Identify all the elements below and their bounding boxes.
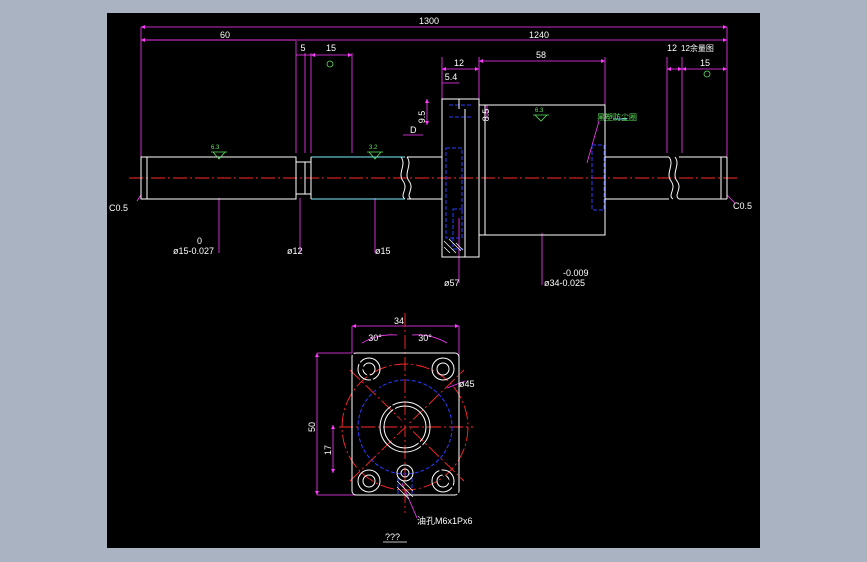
dia-15: ø15 xyxy=(375,246,391,256)
dia-34-tol: -0.009 xyxy=(563,268,589,278)
hidden-lines xyxy=(357,104,605,495)
ballscrew-drawing: 1300 1240 60 5 15 12 5.4 58 12 15 9.5 8.… xyxy=(109,16,752,543)
dim-span: 1240 xyxy=(529,30,549,40)
dia-57: ø57 xyxy=(444,278,460,288)
dim-step-a: 5 xyxy=(300,43,305,53)
note-right: 12余量图 xyxy=(681,43,714,53)
dim-step-b: 15 xyxy=(326,43,336,53)
view-pcd: ø45 xyxy=(459,379,475,389)
cyan-marks xyxy=(311,118,627,200)
dim-right-a: 12 xyxy=(667,43,677,53)
dim-d-mark: D xyxy=(410,125,417,135)
view-height: 50 xyxy=(307,422,317,432)
chamfer-left: C0.5 xyxy=(109,203,128,213)
view-caption: ??? xyxy=(385,532,400,542)
dia-left: ø15-0.027 xyxy=(173,246,214,256)
chamfer-right: C0.5 xyxy=(733,201,752,211)
dia-34: ø34-0.025 xyxy=(544,278,585,288)
note-seal: 黑塑防尘圈 xyxy=(597,112,637,122)
roughness-b: 3.2 xyxy=(369,145,378,151)
dim-overall: 1300 xyxy=(419,16,439,26)
dim-nut-flange: 12 xyxy=(454,58,464,68)
view-angle-left: 30° xyxy=(368,333,382,343)
roughness-symbols xyxy=(211,60,711,160)
roughness-a: 6.3 xyxy=(211,145,220,151)
dim-flange-sub: 5.4 xyxy=(445,72,458,82)
cad-drawing-canvas[interactable]: 1300 1240 60 5 15 12 5.4 58 12 15 9.5 8.… xyxy=(107,13,760,548)
view-hole-note: 油孔M6x1Px6 xyxy=(417,515,473,526)
roughness-c: 6.3 xyxy=(535,108,544,114)
view-angle-right: 30° xyxy=(418,333,432,343)
dim-nut-body: 58 xyxy=(536,50,546,60)
dia-left-tol: 0 xyxy=(197,236,202,246)
view-width: 34 xyxy=(394,316,404,326)
dim-flange-slot: 8.5 xyxy=(481,109,491,122)
dim-right-b: 15 xyxy=(700,58,710,68)
dimension-lines xyxy=(136,25,736,519)
dim-left-len: 60 xyxy=(220,30,230,40)
dim-flange-h: 9.5 xyxy=(417,111,427,124)
view-half: 17 xyxy=(323,445,333,455)
dia-12: ø12 xyxy=(287,246,303,256)
